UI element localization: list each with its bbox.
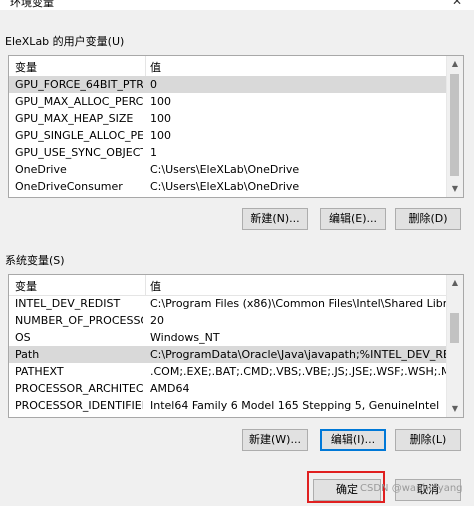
system-vars-label: 系统变量(S) bbox=[5, 254, 65, 267]
system-vars-list[interactable]: 变量 值 INTEL_DEV_REDIST C:\Program Files (… bbox=[8, 274, 464, 418]
table-row[interactable]: GPU_USE_SYNC_OBJECTS 1 bbox=[9, 144, 447, 161]
col-header-value[interactable]: 值 bbox=[150, 278, 161, 294]
var-name: PROCESSOR_ARCHITECT... bbox=[15, 382, 143, 395]
var-value: 20 bbox=[150, 314, 164, 327]
var-value: C:\Users\EleXLab\OneDrive bbox=[150, 180, 300, 193]
user-vars-label: EleXLab 的用户变量(U) bbox=[5, 35, 125, 48]
table-row[interactable]: NUMBER_OF_PROCESSORS 20 bbox=[9, 312, 447, 329]
title-bar: 环境变量 ✕ bbox=[0, 0, 474, 10]
table-row-selected[interactable]: Path C:\ProgramData\Oracle\Java\javapath… bbox=[9, 346, 447, 363]
var-name: INTEL_DEV_REDIST bbox=[15, 297, 121, 310]
table-row[interactable]: GPU_MAX_ALLOC_PERCENT 100 bbox=[9, 93, 447, 110]
var-name: OneDriveConsumer bbox=[15, 180, 123, 193]
table-row[interactable]: GPU_SINGLE_ALLOC_PERC... 100 bbox=[9, 127, 447, 144]
column-divider[interactable] bbox=[145, 56, 146, 76]
table-row[interactable]: OneDrive C:\Users\EleXLab\OneDrive bbox=[9, 161, 447, 178]
var-name: Path bbox=[15, 348, 40, 361]
var-name: PROCESSOR_IDENTIFIER bbox=[15, 399, 143, 412]
user-new-button[interactable]: 新建(N)... bbox=[242, 208, 308, 230]
table-row[interactable]: PROCESSOR_ARCHITECT... AMD64 bbox=[9, 380, 447, 397]
var-value: C:\Program Files (x86)\Common Files\Inte… bbox=[150, 297, 446, 310]
table-row[interactable]: GPU_MAX_HEAP_SIZE 100 bbox=[9, 110, 447, 127]
var-name: NUMBER_OF_PROCESSORS bbox=[15, 314, 143, 327]
var-value: 100 bbox=[150, 112, 171, 125]
var-name: GPU_USE_SYNC_OBJECTS bbox=[15, 146, 143, 159]
vertical-scrollbar[interactable]: ▲ ▼ bbox=[446, 275, 463, 417]
var-value: AMD64 bbox=[150, 382, 190, 395]
var-value: 1 bbox=[150, 146, 157, 159]
var-value: C:\ProgramData\Oracle\Java\javapath;%INT… bbox=[150, 348, 446, 361]
var-name: GPU_MAX_HEAP_SIZE bbox=[15, 112, 134, 125]
var-value: 100 bbox=[150, 95, 171, 108]
var-name: GPU_MAX_ALLOC_PERCENT bbox=[15, 95, 143, 108]
var-value: Intel64 Family 6 Model 165 Stepping 5, G… bbox=[150, 399, 440, 412]
var-name: PATHEXT bbox=[15, 365, 64, 378]
watermark: CSDN @wanhuiyang bbox=[360, 483, 463, 494]
table-row[interactable]: OS Windows_NT bbox=[9, 329, 447, 346]
system-vars-header: 变量 值 bbox=[9, 275, 447, 296]
scroll-down-icon[interactable]: ▼ bbox=[447, 401, 463, 417]
scroll-up-icon[interactable]: ▲ bbox=[447, 275, 463, 291]
col-header-variable[interactable]: 变量 bbox=[15, 278, 37, 294]
close-icon[interactable]: ✕ bbox=[452, 0, 462, 8]
scroll-up-icon[interactable]: ▲ bbox=[447, 56, 463, 72]
var-name: OS bbox=[15, 331, 31, 344]
system-edit-button[interactable]: 编辑(I)... bbox=[320, 429, 386, 451]
var-value: 100 bbox=[150, 129, 171, 142]
table-row[interactable]: PATHEXT .COM;.EXE;.BAT;.CMD;.VBS;.VBE;.J… bbox=[9, 363, 447, 380]
user-edit-button[interactable]: 编辑(E)... bbox=[320, 208, 386, 230]
table-row[interactable]: PROCESSOR_IDENTIFIER Intel64 Family 6 Mo… bbox=[9, 397, 447, 414]
system-new-button[interactable]: 新建(W)... bbox=[242, 429, 308, 451]
var-name: GPU_FORCE_64BIT_PTR bbox=[15, 78, 143, 91]
scroll-thumb[interactable] bbox=[450, 313, 459, 343]
user-vars-header: 变量 值 bbox=[9, 56, 447, 77]
var-value: 0 bbox=[150, 78, 157, 91]
system-delete-button[interactable]: 删除(L) bbox=[395, 429, 461, 451]
col-header-value[interactable]: 值 bbox=[150, 59, 161, 75]
var-value: Windows_NT bbox=[150, 331, 220, 344]
table-row[interactable]: INTEL_DEV_REDIST C:\Program Files (x86)\… bbox=[9, 295, 447, 312]
column-divider[interactable] bbox=[145, 275, 146, 295]
col-header-variable[interactable]: 变量 bbox=[15, 59, 37, 75]
user-vars-list[interactable]: 变量 值 GPU_FORCE_64BIT_PTR 0 GPU_MAX_ALLOC… bbox=[8, 55, 464, 198]
var-value: .COM;.EXE;.BAT;.CMD;.VBS;.VBE;.JS;.JSE;.… bbox=[150, 365, 446, 378]
scroll-down-icon[interactable]: ▼ bbox=[447, 181, 463, 197]
var-value: C:\Users\EleXLab\OneDrive bbox=[150, 163, 300, 176]
vertical-scrollbar[interactable]: ▲ ▼ bbox=[446, 56, 463, 197]
scroll-thumb[interactable] bbox=[450, 74, 459, 176]
table-row[interactable]: GPU_FORCE_64BIT_PTR 0 bbox=[9, 76, 447, 93]
user-delete-button[interactable]: 删除(D) bbox=[395, 208, 461, 230]
var-name: GPU_SINGLE_ALLOC_PERC... bbox=[15, 129, 143, 142]
var-name: OneDrive bbox=[15, 163, 67, 176]
table-row[interactable]: OneDriveConsumer C:\Users\EleXLab\OneDri… bbox=[9, 178, 447, 195]
window-title: 环境变量 bbox=[10, 0, 54, 9]
